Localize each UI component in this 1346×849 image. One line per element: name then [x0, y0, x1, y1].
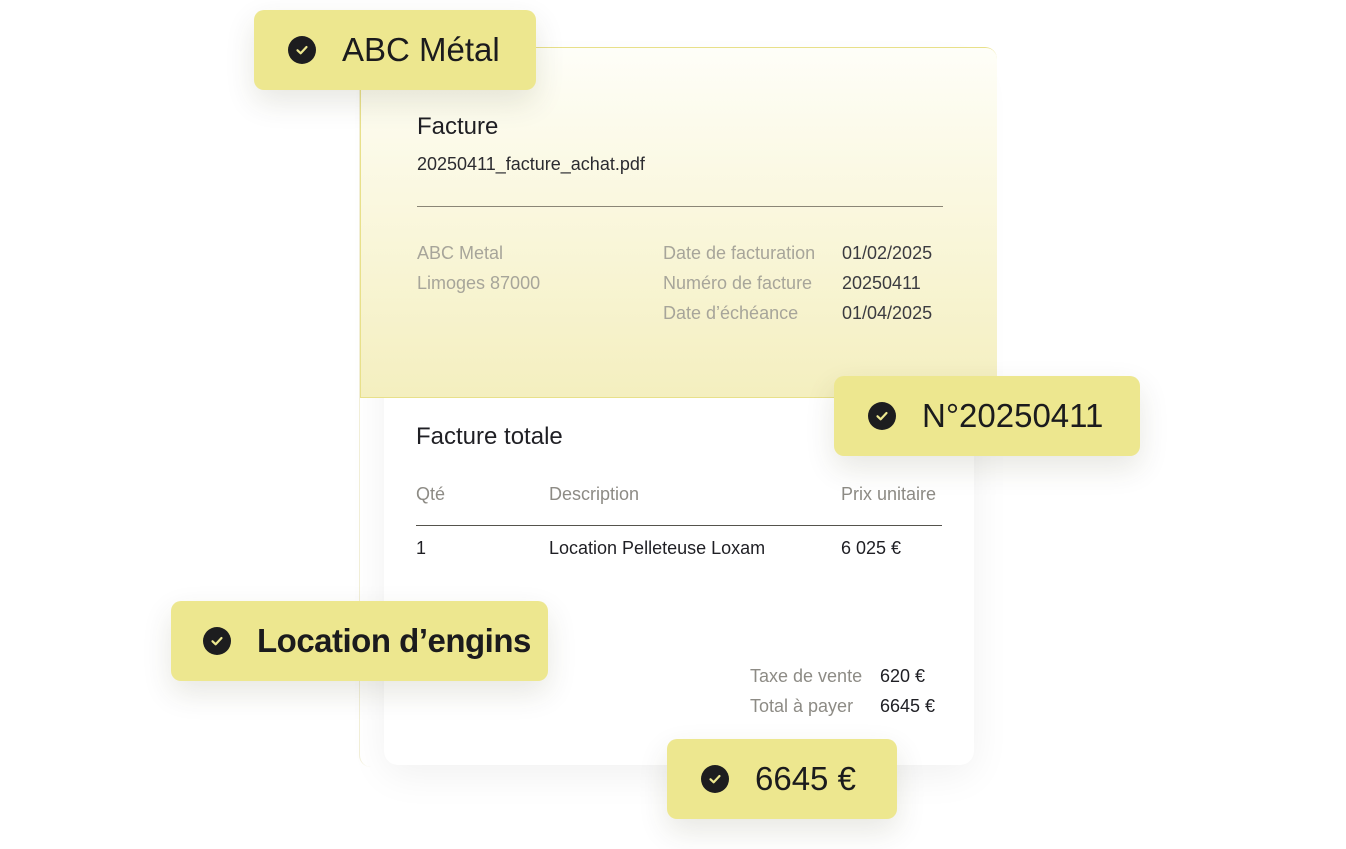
summary-labels: Taxe de vente Total à payer	[750, 661, 862, 721]
supplier-city: Limoges 87000	[417, 273, 541, 293]
header-divider	[417, 206, 943, 207]
tag-amount-label: 6645 €	[755, 760, 856, 797]
tag-supplier-label: ABC Métal	[342, 31, 500, 68]
column-header-qty: Qté	[416, 484, 446, 504]
tag-invoice-number: N°20250411	[834, 376, 1140, 456]
tag-category-label: Location d’engins	[257, 622, 531, 659]
summary-value-total: 6645 €	[880, 696, 936, 716]
table-divider	[416, 525, 942, 526]
tag-supplier: ABC Métal	[254, 10, 536, 90]
invoice-title: Facture	[417, 113, 499, 140]
meta-values: 01/02/2025 20250411 01/04/2025	[842, 238, 932, 328]
supplier-name: ABC Metal	[417, 243, 504, 263]
check-circle-icon	[868, 402, 896, 430]
column-header-description: Description	[549, 484, 640, 504]
check-circle-icon	[701, 765, 729, 793]
total-title: Facture totale	[416, 423, 563, 450]
meta-value-date: 01/02/2025	[842, 243, 933, 263]
tag-amount: 6645 €	[667, 739, 897, 819]
tag-invoice-number-label: N°20250411	[922, 397, 1104, 434]
check-circle-icon	[288, 36, 316, 64]
meta-value-due: 01/04/2025	[842, 303, 933, 323]
row-qty: 1	[416, 538, 427, 558]
invoice-header-panel: Facture 20250411_facture_achat.pdf ABC M…	[360, 47, 997, 398]
row-description: Location Pelleteuse Loxam	[549, 538, 766, 558]
tag-category: Location d’engins	[171, 601, 548, 681]
meta-labels: Date de facturation Numéro de facture Da…	[663, 238, 815, 328]
meta-value-number: 20250411	[842, 273, 921, 293]
column-header-unit-price: Prix unitaire	[841, 484, 937, 504]
meta-label-due: Date d’échéance	[663, 303, 799, 323]
row-unit-price: 6 025 €	[841, 538, 902, 558]
summary-values: 620 € 6645 €	[880, 661, 935, 721]
summary-label-total: Total à payer	[750, 696, 854, 716]
summary-label-tax: Taxe de vente	[750, 666, 863, 686]
meta-label-date: Date de facturation	[663, 243, 816, 263]
supplier-block: ABC Metal Limoges 87000	[417, 238, 540, 298]
summary-value-tax: 620 €	[880, 666, 926, 686]
meta-label-number: Numéro de facture	[663, 273, 813, 293]
invoice-filename: 20250411_facture_achat.pdf	[417, 154, 645, 174]
check-circle-icon	[203, 627, 231, 655]
